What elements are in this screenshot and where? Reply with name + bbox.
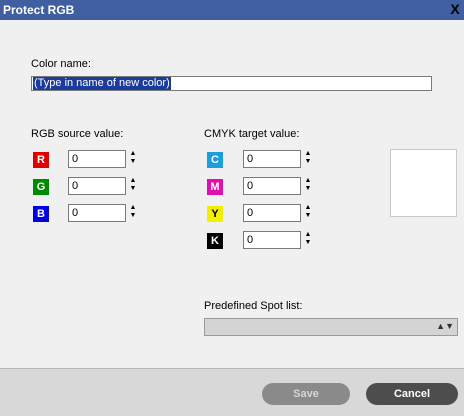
title-bar: Protect RGB X (0, 0, 464, 20)
close-icon[interactable]: X (448, 1, 462, 17)
chevron-updown-icon: ▲▼ (436, 321, 454, 331)
cyan-value: 0 (247, 153, 254, 165)
dialog-footer: Save Cancel (0, 368, 464, 416)
save-button[interactable]: Save (262, 383, 350, 405)
cyan-value-field[interactable]: 0 (243, 150, 301, 168)
green-channel-chip: G (33, 179, 49, 195)
yellow-value: 0 (247, 207, 254, 219)
yellow-channel-chip: Y (207, 206, 223, 222)
blue-value-field[interactable]: 0 (68, 204, 126, 222)
spinner-arrows-icon[interactable]: ▲ ▼ (129, 150, 137, 168)
blue-value: 0 (72, 207, 79, 219)
window-title: Protect RGB (3, 3, 75, 17)
black-value-field[interactable]: 0 (243, 231, 301, 249)
blue-channel-chip: B (33, 206, 49, 222)
rgb-source-label: RGB source value: (31, 128, 124, 140)
magenta-value: 0 (247, 180, 254, 192)
green-value: 0 (72, 180, 79, 192)
cmyk-target-label: CMYK target value: (204, 128, 300, 140)
spinner-arrows-icon[interactable]: ▲ ▼ (129, 204, 137, 222)
dialog-body: Color name: (Type in name of new color) … (0, 20, 464, 416)
color-name-value: (Type in name of new color) (33, 77, 171, 90)
red-value-field[interactable]: 0 (68, 150, 126, 168)
spinner-arrows-icon[interactable]: ▲ ▼ (129, 177, 137, 195)
magenta-value-field[interactable]: 0 (243, 177, 301, 195)
green-value-field[interactable]: 0 (68, 177, 126, 195)
color-name-input[interactable]: (Type in name of new color) (31, 76, 432, 91)
spinner-arrows-icon[interactable]: ▲ ▼ (304, 204, 312, 222)
color-preview-swatch (390, 149, 457, 217)
spinner-arrows-icon[interactable]: ▲ ▼ (304, 177, 312, 195)
spinner-arrows-icon[interactable]: ▲ ▼ (304, 231, 312, 249)
spinner-arrows-icon[interactable]: ▲ ▼ (304, 150, 312, 168)
yellow-value-field[interactable]: 0 (243, 204, 301, 222)
black-channel-chip: K (207, 233, 223, 249)
cyan-channel-chip: C (207, 152, 223, 168)
magenta-channel-chip: M (207, 179, 223, 195)
spot-list-label: Predefined Spot list: (204, 300, 303, 312)
red-channel-chip: R (33, 152, 49, 168)
black-value: 0 (247, 234, 254, 246)
color-name-label: Color name: (31, 58, 91, 70)
spot-list-select[interactable]: ▲▼ (204, 318, 458, 336)
cancel-button[interactable]: Cancel (366, 383, 458, 405)
red-value: 0 (72, 153, 79, 165)
